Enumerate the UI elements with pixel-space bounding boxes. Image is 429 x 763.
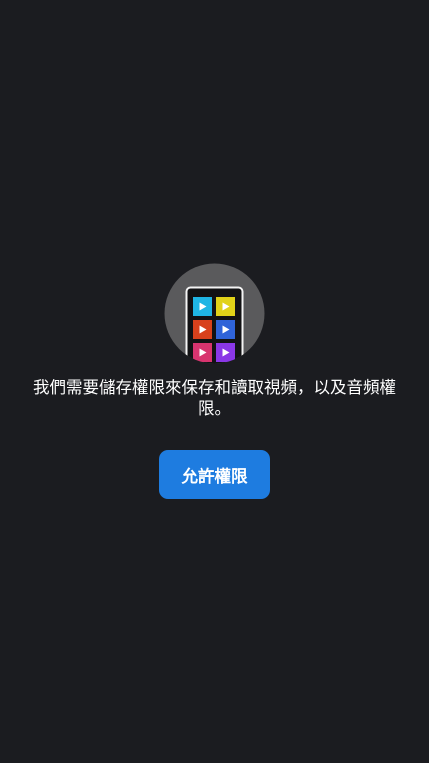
phone-video-grid-icon	[164, 263, 265, 364]
permission-message: 我們需要儲存權限來保存和讀取視頻，以及音頻權限。	[33, 378, 396, 418]
allow-permission-button[interactable]: 允許權限	[159, 450, 270, 499]
permission-screen: 我們需要儲存權限來保存和讀取視頻，以及音頻權限。 允許權限	[0, 0, 429, 763]
